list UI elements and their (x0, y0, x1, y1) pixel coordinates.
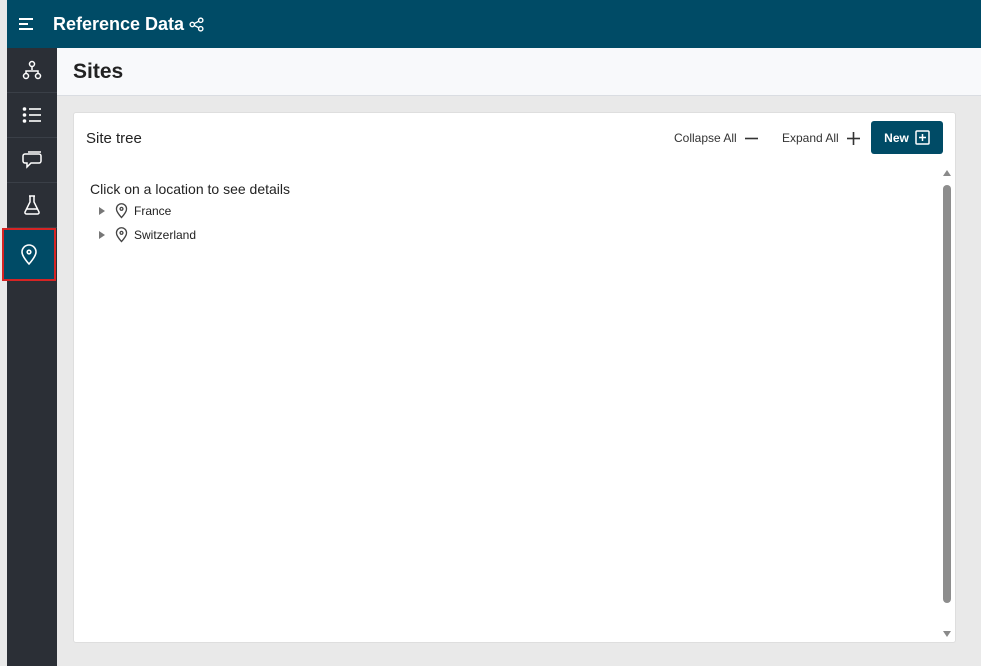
collapse-all-label: Collapse All (674, 131, 737, 145)
page-header: Sites (57, 48, 981, 96)
tree-node-label: Switzerland (134, 228, 197, 242)
app-title: Reference Data (53, 13, 185, 34)
sidebar (2, 48, 57, 666)
top-bar: Reference Data (7, 0, 981, 48)
flask-icon (24, 195, 40, 215)
sidebar-item-hierarchy[interactable] (7, 48, 57, 93)
caret-right-icon[interactable] (99, 207, 107, 215)
site-tree-card: Site tree Collapse All Expand All New Cl… (73, 112, 956, 643)
hierarchy-icon (22, 60, 42, 80)
vertical-scrollbar[interactable] (940, 167, 954, 637)
tree-hint: Click on a location to see details (90, 181, 290, 197)
tree-node-label: France (134, 204, 172, 218)
sidebar-item-lab[interactable] (7, 183, 57, 228)
sidebar-item-list[interactable] (7, 93, 57, 138)
scroll-up-arrow[interactable] (943, 170, 951, 176)
sidebar-item-chat[interactable] (7, 138, 57, 183)
scroll-down-arrow[interactable] (943, 631, 951, 637)
minus-icon (744, 132, 758, 145)
expand-all-label: Expand All (782, 131, 839, 145)
new-button-label: New (884, 130, 909, 145)
chat-icon (22, 151, 42, 169)
location-pin-icon (21, 243, 37, 265)
location-pin-icon (115, 203, 129, 219)
card-header: Site tree Collapse All Expand All New (74, 113, 955, 165)
expand-all-button[interactable]: Expand All (782, 131, 860, 145)
add-box-icon (915, 130, 930, 145)
card-title: Site tree (86, 130, 142, 147)
page-title: Sites (73, 59, 124, 83)
share-icon[interactable] (189, 16, 204, 32)
sidebar-item-sites[interactable] (2, 228, 56, 281)
tree-node-france[interactable]: France (99, 199, 290, 223)
plus-icon (846, 131, 860, 145)
scroll-thumb[interactable] (943, 185, 951, 603)
caret-right-icon[interactable] (99, 231, 107, 239)
menu-toggle-button[interactable] (7, 0, 47, 48)
site-tree: Click on a location to see details Franc… (90, 181, 290, 247)
list-icon (22, 107, 41, 123)
collapse-all-button[interactable]: Collapse All (674, 131, 758, 145)
location-pin-icon (115, 227, 129, 243)
new-button[interactable]: New (871, 121, 943, 154)
menu-icon (19, 18, 33, 30)
tree-node-switzerland[interactable]: Switzerland (99, 223, 290, 247)
